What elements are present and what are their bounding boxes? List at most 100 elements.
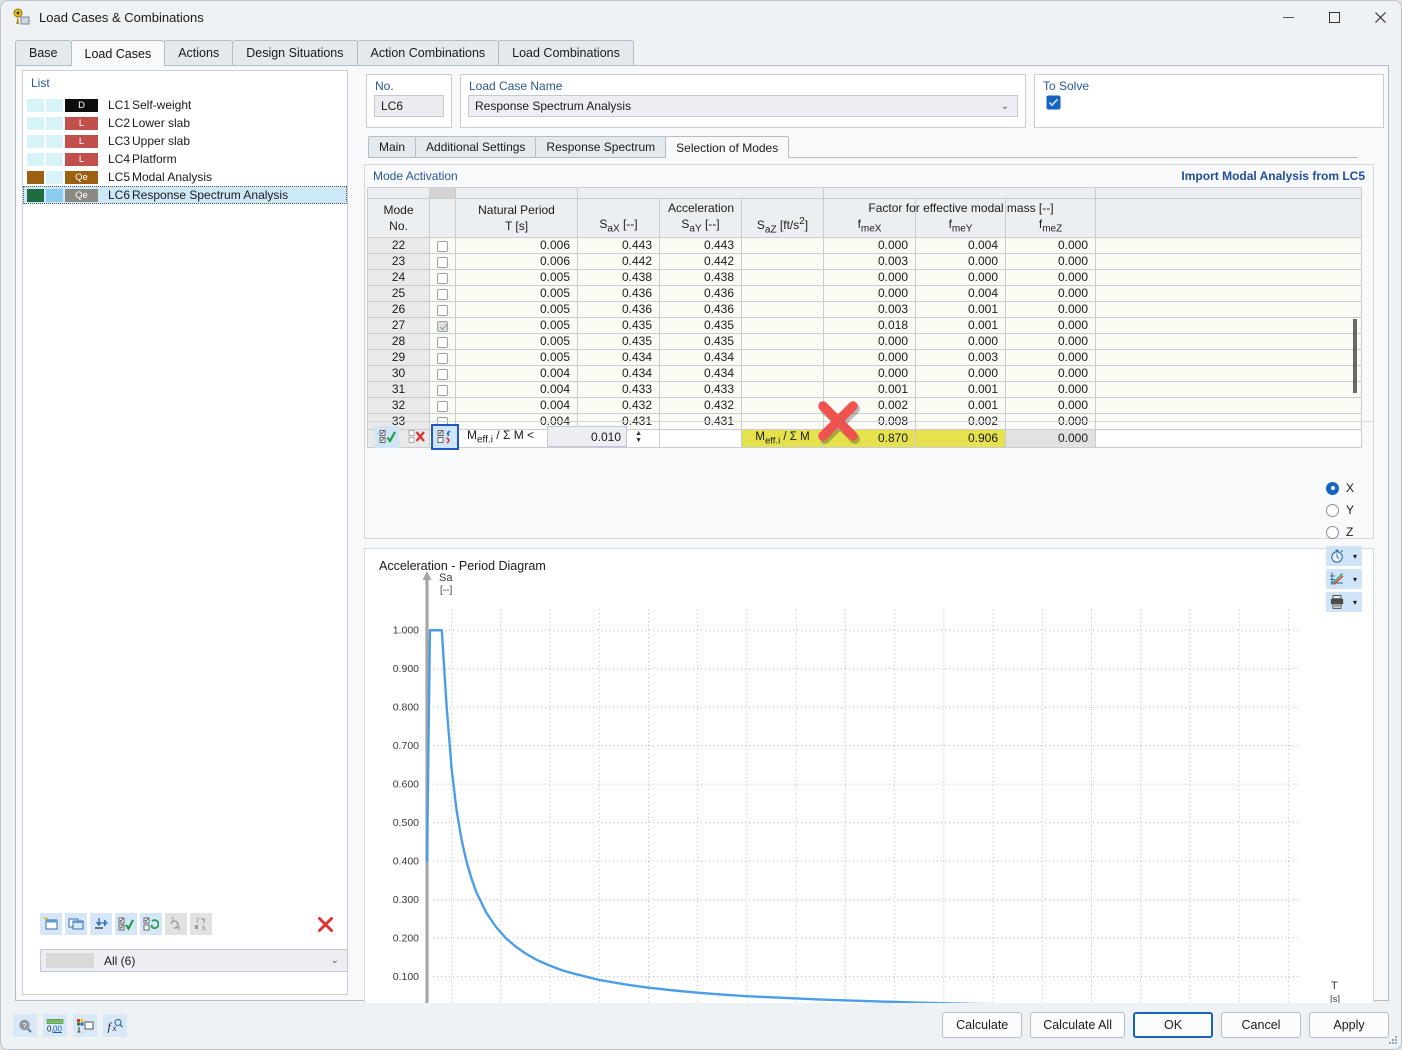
table-row[interactable]: 31 0.004 0.433 0.433 0.001 0.001 0.000 bbox=[368, 381, 1362, 397]
table-row[interactable]: 29 0.005 0.434 0.434 0.000 0.003 0.000 bbox=[368, 349, 1362, 365]
cell-period: 0.004 bbox=[456, 381, 578, 397]
close-button[interactable] bbox=[1357, 1, 1402, 33]
cell-mode-checkbox[interactable] bbox=[430, 365, 456, 381]
chevron-down-icon[interactable]: ⌄ bbox=[1001, 101, 1009, 112]
tab-response-spectrum[interactable]: Response Spectrum bbox=[535, 136, 666, 157]
maximize-button[interactable] bbox=[1311, 1, 1357, 33]
list-item[interactable]: Qe LC5 Modal Analysis bbox=[23, 168, 347, 186]
table-row[interactable]: 26 0.005 0.436 0.436 0.003 0.001 0.000 bbox=[368, 301, 1362, 317]
cell-mode-checkbox[interactable] bbox=[430, 333, 456, 349]
formula-icon[interactable]: f x bbox=[103, 1014, 127, 1037]
load-case-list-panel: List D LC1 Self-weight L LC2 Lower slab bbox=[22, 70, 348, 995]
tab-base[interactable]: Base bbox=[15, 40, 72, 65]
cell-mode-checkbox[interactable] bbox=[430, 349, 456, 365]
threshold-input[interactable]: 0.010 bbox=[547, 426, 627, 447]
cell-mode-checkbox[interactable] bbox=[430, 285, 456, 301]
list-item[interactable]: L LC2 Lower slab bbox=[23, 114, 347, 132]
table-row[interactable]: 27 0.005 0.435 0.435 0.018 0.001 0.000 bbox=[368, 317, 1362, 333]
tab-additional-settings[interactable]: Additional Settings bbox=[415, 136, 536, 157]
select-all-button[interactable] bbox=[115, 913, 137, 935]
spin-up-icon[interactable]: ▲ bbox=[635, 430, 642, 437]
tab-selection-of-modes[interactable]: Selection of Modes bbox=[665, 136, 789, 158]
copy-load-case-button[interactable] bbox=[65, 913, 87, 935]
table-row[interactable]: 24 0.005 0.438 0.438 0.000 0.000 0.000 bbox=[368, 269, 1362, 285]
scrollbar-thumb[interactable] bbox=[1353, 319, 1357, 393]
modes-table: Mode No. Natural Period T [s] bbox=[367, 187, 1362, 448]
radio-axis-z[interactable]: Z bbox=[1326, 521, 1382, 543]
table-row[interactable]: 25 0.005 0.436 0.436 0.000 0.004 0.000 bbox=[368, 285, 1362, 301]
cell-mode-checkbox[interactable] bbox=[430, 381, 456, 397]
threshold-stepper[interactable]: ▲ ▼ bbox=[632, 426, 645, 447]
stopwatch-dropdown-icon[interactable]: ▾ bbox=[1348, 546, 1362, 566]
units-icon[interactable]: 0, 00 bbox=[43, 1014, 67, 1037]
cell-end bbox=[1096, 317, 1362, 333]
renumber-button[interactable]: 2 6 bbox=[165, 913, 187, 935]
list-item[interactable]: L LC3 Upper slab bbox=[23, 132, 347, 150]
list-item[interactable]: D LC1 Self-weight bbox=[23, 96, 347, 114]
tab-load-cases[interactable]: Load Cases bbox=[71, 40, 166, 66]
calculate-button[interactable]: Calculate bbox=[942, 1012, 1022, 1038]
list-item-selected[interactable]: Qe LC6 Response Spectrum Analysis bbox=[23, 186, 347, 204]
window-title: Load Cases & Combinations bbox=[39, 10, 204, 25]
tab-load-combinations[interactable]: Load Combinations bbox=[498, 40, 634, 65]
tab-design-situations[interactable]: Design Situations bbox=[232, 40, 357, 65]
display-properties-icon[interactable] bbox=[73, 1014, 97, 1037]
list-filter-value: All (6) bbox=[104, 954, 135, 968]
spin-down-icon[interactable]: ▼ bbox=[635, 437, 642, 444]
import-modal-analysis-link[interactable]: Import Modal Analysis from LC5 bbox=[1181, 169, 1365, 183]
stopwatch-icon[interactable] bbox=[1326, 546, 1348, 566]
check-all-icon[interactable] bbox=[375, 426, 399, 448]
delete-load-case-button[interactable] bbox=[314, 913, 336, 935]
to-solve-checkbox[interactable] bbox=[1046, 95, 1383, 113]
cell-mode-checkbox[interactable] bbox=[430, 269, 456, 285]
calculate-all-button[interactable]: Calculate All bbox=[1030, 1012, 1125, 1038]
apply-button[interactable]: Apply bbox=[1309, 1012, 1389, 1038]
table-row[interactable]: 30 0.004 0.434 0.434 0.000 0.000 0.000 bbox=[368, 365, 1362, 381]
load-case-id: LC6 bbox=[108, 188, 132, 202]
ok-button[interactable]: OK bbox=[1133, 1012, 1213, 1038]
tab-actions[interactable]: Actions bbox=[164, 40, 233, 65]
load-case-name: Upper slab bbox=[132, 134, 190, 148]
resize-grip-icon[interactable] bbox=[1387, 1034, 1399, 1046]
help-icon[interactable]: ? bbox=[13, 1014, 37, 1037]
cell-sax: 0.442 bbox=[578, 253, 660, 269]
table-row[interactable]: 32 0.004 0.432 0.432 0.002 0.001 0.000 bbox=[368, 397, 1362, 413]
acceleration-period-chart[interactable]: 0.1000.2000.3000.4000.5000.6000.7000.800… bbox=[365, 549, 1375, 1049]
cell-mode-checkbox[interactable] bbox=[430, 237, 456, 253]
tab-main[interactable]: Main bbox=[368, 136, 416, 157]
table-row[interactable]: 22 0.006 0.443 0.443 0.000 0.004 0.000 bbox=[368, 237, 1362, 253]
cell-mode-checkbox[interactable] bbox=[430, 397, 456, 413]
table-row[interactable]: 28 0.005 0.435 0.435 0.000 0.000 0.000 bbox=[368, 333, 1362, 349]
radio-axis-x[interactable]: X bbox=[1326, 477, 1382, 499]
table-row[interactable]: 23 0.006 0.442 0.442 0.003 0.000 0.000 bbox=[368, 253, 1362, 269]
modes-table-wrap: Mode No. Natural Period T [s] bbox=[367, 187, 1373, 417]
col-sax-label: SaX [--] bbox=[578, 216, 659, 236]
no-value[interactable]: LC6 bbox=[374, 95, 444, 117]
cell-mode-checkbox[interactable] bbox=[430, 317, 456, 333]
radio-axis-y[interactable]: Y bbox=[1326, 499, 1382, 521]
diagram-settings-dropdown-icon[interactable]: ▾ bbox=[1348, 569, 1362, 589]
table-scrollbar[interactable] bbox=[1353, 247, 1357, 422]
diagram-settings-icon[interactable] bbox=[1326, 569, 1348, 589]
cell-mode-checkbox[interactable] bbox=[430, 253, 456, 269]
list-filter-dropdown[interactable]: All (6) ⌄ bbox=[40, 949, 348, 972]
renumber-all-button[interactable]: 2 6 bbox=[190, 913, 212, 935]
name-input-value: Response Spectrum Analysis bbox=[475, 99, 631, 113]
import-load-case-button[interactable] bbox=[90, 913, 112, 935]
cell-mode-checkbox[interactable] bbox=[430, 301, 456, 317]
diagram-settings-button-row: ▾ bbox=[1326, 569, 1382, 589]
minimize-button[interactable] bbox=[1265, 1, 1311, 33]
name-input[interactable]: Response Spectrum Analysis ⌄ bbox=[468, 95, 1018, 117]
print-icon[interactable] bbox=[1326, 592, 1348, 612]
tab-action-combinations[interactable]: Action Combinations bbox=[357, 40, 500, 65]
new-load-case-button[interactable] bbox=[40, 913, 62, 935]
cell-saz bbox=[742, 269, 824, 285]
threshold-filter-icon[interactable] bbox=[433, 426, 457, 448]
print-dropdown-icon[interactable]: ▾ bbox=[1348, 592, 1362, 612]
uncheck-all-icon[interactable] bbox=[404, 426, 428, 448]
cell-fmey: 0.001 bbox=[916, 397, 1006, 413]
list-item[interactable]: L LC4 Platform bbox=[23, 150, 347, 168]
col-saz-label: SaZ [ft/s2] bbox=[742, 215, 823, 237]
cancel-button[interactable]: Cancel bbox=[1221, 1012, 1301, 1038]
invert-selection-button[interactable] bbox=[140, 913, 162, 935]
